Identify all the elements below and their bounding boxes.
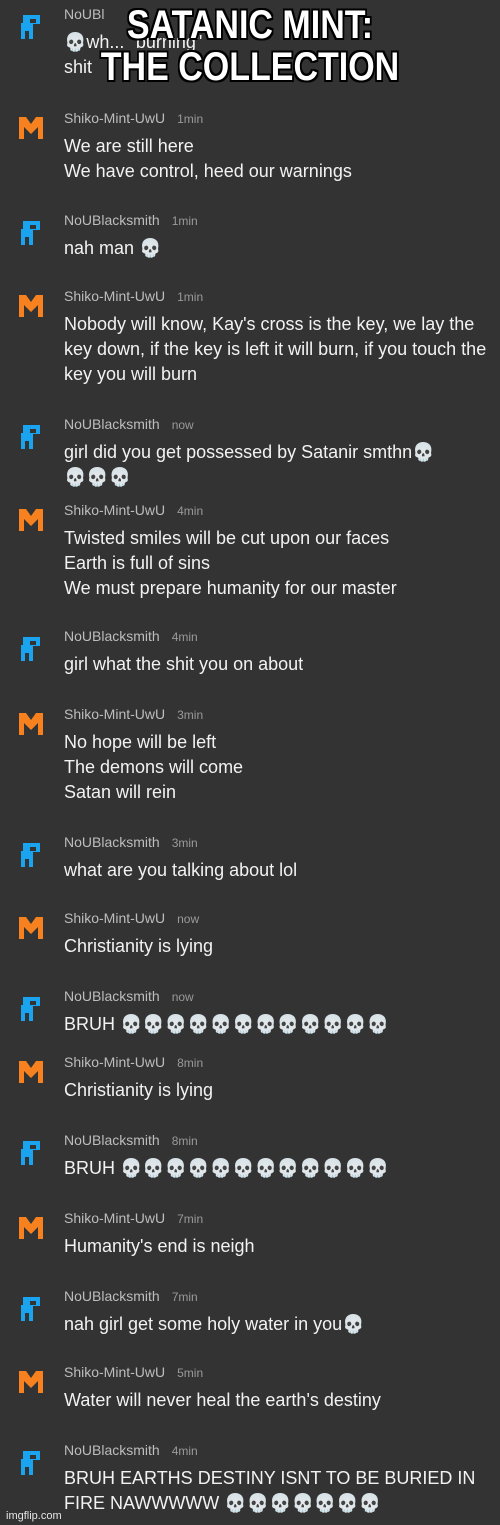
blue-blob-icon[interactable] [18,840,44,870]
message-author[interactable]: Shiko-Mint-UwU 1min [64,110,203,126]
blue-blob-icon[interactable] [18,1294,44,1324]
author-name[interactable]: NoUBlacksmith [64,1132,160,1148]
orange-m-icon[interactable] [18,1366,44,1396]
message-author[interactable]: Shiko-Mint-UwU 7min [64,1210,203,1226]
author-name[interactable]: NoUBlacksmith [64,212,160,228]
message-author[interactable]: NoUBlacksmith now [64,988,194,1004]
orange-m-icon[interactable] [18,504,44,534]
message-author[interactable]: NoUBlacksmith 4min [64,628,198,644]
author-name[interactable]: Shiko-Mint-UwU [64,1210,165,1226]
message-timestamp: now [177,912,200,926]
message-timestamp: 3min [177,708,204,722]
blue-blob-icon[interactable] [18,422,44,452]
author-name[interactable]: NoUBlacksmith [64,1442,160,1458]
message-timestamp: 1min [171,214,198,228]
message-text: nah girl get some holy water in you💀 [64,1314,365,1334]
message-timestamp: now [171,418,194,432]
message-text: Humanity's end is neigh [64,1236,255,1256]
author-name[interactable]: NoUBlacksmith [64,988,160,1004]
message-author[interactable]: NoUBlacksmith 8min [64,1132,198,1148]
message-timestamp: 4min [171,630,198,644]
message-text: girl did you get possessed by Satanir sm… [64,442,435,487]
caption-line-2: THE COLLECTION [100,45,400,89]
message-author[interactable]: Shiko-Mint-UwU 5min [64,1364,203,1380]
message-author[interactable]: NoUBlacksmith now [64,416,194,432]
message-author[interactable]: NoUBlacksmith 4min [64,1442,198,1458]
message-author[interactable]: Shiko-Mint-UwU 1min [64,288,203,304]
blue-blob-icon[interactable] [18,634,44,664]
author-name[interactable]: Shiko-Mint-UwU [64,1364,165,1380]
orange-m-icon[interactable] [18,112,44,142]
orange-m-icon[interactable] [18,290,44,320]
orange-m-icon[interactable] [18,1212,44,1242]
author-name[interactable]: Shiko-Mint-UwU [64,288,165,304]
message-text: We are still here We have control, heed … [64,136,352,181]
message-author[interactable]: NoUBlacksmith 1min [64,212,198,228]
message-timestamp: 5min [177,1366,204,1380]
message-timestamp: 7min [177,1212,204,1226]
author-name[interactable]: NoUBlacksmith [64,416,160,432]
message-text: No hope will be left The demons will com… [64,732,244,802]
orange-m-icon[interactable] [18,1056,44,1086]
message-timestamp: 1min [177,112,204,126]
orange-m-icon[interactable] [18,912,44,942]
blue-blob-icon[interactable] [18,1138,44,1168]
message-text: Nobody will know, Kay's cross is the key… [64,314,487,384]
message-timestamp: 3min [171,836,198,850]
meme-caption: SATANIC MINT: THE COLLECTION [38,4,463,88]
message-timestamp: 1min [177,290,204,304]
orange-m-icon[interactable] [18,708,44,738]
message-text: Christianity is lying [64,1080,214,1100]
author-name[interactable]: Shiko-Mint-UwU [64,110,165,126]
author-name[interactable]: Shiko-Mint-UwU [64,910,165,926]
message-text: nah man 💀 [64,238,162,258]
message-text: girl what the shit you on about [64,654,304,674]
message-author[interactable]: Shiko-Mint-UwU now [64,910,199,926]
watermark: imgflip.com [6,1510,62,1522]
blue-blob-icon[interactable] [18,218,44,248]
caption-line-1: SATANIC MINT: [126,3,374,47]
message-text: Twisted smiles will be cut upon our face… [64,528,397,598]
message-timestamp: 7min [171,1290,198,1304]
author-name[interactable]: NoUBlacksmith [64,1288,160,1304]
message-text: Christianity is lying [64,936,214,956]
message-author[interactable]: NoUBlacksmith 7min [64,1288,198,1304]
message-text: BRUH 💀💀💀💀💀💀💀💀💀💀💀💀 [64,1014,389,1034]
message-timestamp: 8min [171,1134,198,1148]
message-timestamp: 8min [177,1056,204,1070]
message-timestamp: 4min [171,1444,198,1458]
message-text: Water will never heal the earth's destin… [64,1390,381,1410]
message-author[interactable]: NoUBlacksmith 3min [64,834,198,850]
message-author[interactable]: Shiko-Mint-UwU 3min [64,706,203,722]
author-name[interactable]: Shiko-Mint-UwU [64,706,165,722]
author-name[interactable]: NoUBlacksmith [64,834,160,850]
blue-blob-icon[interactable] [18,994,44,1024]
author-name[interactable]: Shiko-Mint-UwU [64,1054,165,1070]
message-text: BRUH EARTHS DESTINY ISNT TO BE BURIED IN… [64,1468,476,1513]
message-timestamp: 4min [177,504,204,518]
message-text: BRUH 💀💀💀💀💀💀💀💀💀💀💀💀 [64,1158,389,1178]
message-text: what are you talking about lol [64,860,298,880]
author-name[interactable]: Shiko-Mint-UwU [64,502,165,518]
message-author[interactable]: Shiko-Mint-UwU 4min [64,502,203,518]
blue-blob-icon[interactable] [18,1448,44,1478]
message-author[interactable]: Shiko-Mint-UwU 8min [64,1054,203,1070]
message-timestamp: now [171,990,194,1004]
author-name[interactable]: NoUBlacksmith [64,628,160,644]
